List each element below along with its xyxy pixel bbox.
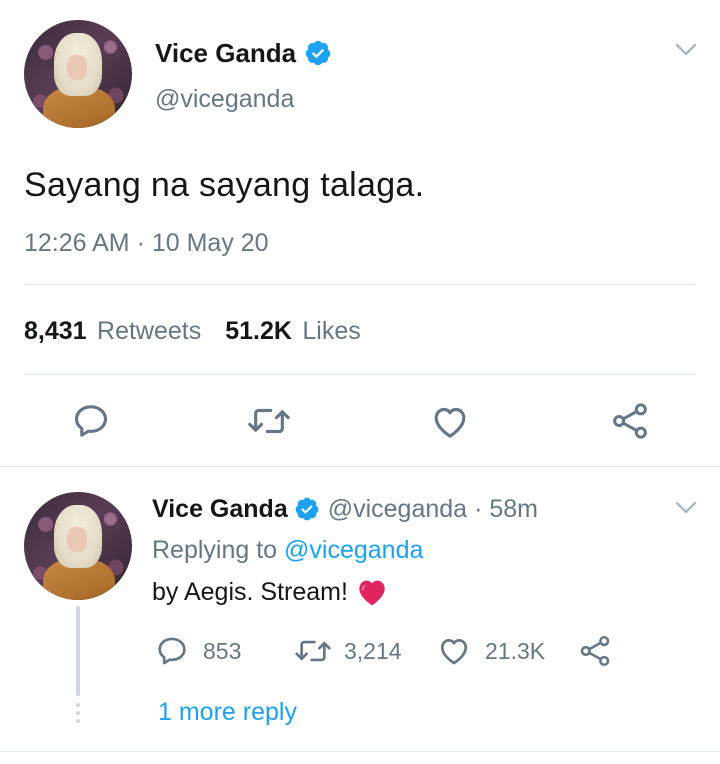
reply-time: · 58m xyxy=(474,494,538,523)
reply-action-like[interactable]: 21.3K xyxy=(437,634,545,668)
thread-dot xyxy=(76,703,80,707)
reply-like-count: 21.3K xyxy=(485,637,546,664)
thread-dot xyxy=(76,719,80,723)
tweet-text: Sayang na sayang talaga. xyxy=(24,166,425,204)
like-count: 51.2K xyxy=(225,317,292,345)
verified-badge-icon xyxy=(295,497,319,521)
reply-author-handle[interactable]: @viceganda xyxy=(328,495,467,524)
reply-header: Vice Ganda @viceganda · 58m xyxy=(152,493,538,525)
thread-line xyxy=(76,606,80,696)
heart-emoji-icon xyxy=(359,580,385,606)
reply-action-reply[interactable]: 853 xyxy=(155,634,241,668)
reply-icon xyxy=(158,637,186,665)
divider xyxy=(24,284,696,285)
reply-text: by Aegis. Stream! xyxy=(152,577,388,607)
like-icon xyxy=(440,639,468,665)
like-icon[interactable] xyxy=(430,402,470,442)
replying-prefix: Replying to xyxy=(152,536,278,564)
replying-handle-link[interactable]: @viceganda xyxy=(284,536,423,564)
share-icon[interactable] xyxy=(578,634,612,668)
share-icon[interactable] xyxy=(610,401,650,441)
avatar[interactable] xyxy=(24,20,132,128)
retweet-icon xyxy=(295,640,331,662)
verified-badge-icon xyxy=(305,40,331,66)
divider xyxy=(24,374,696,375)
author-name[interactable]: Vice Ganda xyxy=(155,38,296,69)
like-stat[interactable]: 51.2K Likes xyxy=(225,317,361,346)
reply-action-retweet[interactable]: 3,214 xyxy=(294,634,402,668)
tweet-timestamp[interactable]: 12:26 AM · 10 May 20 xyxy=(24,229,269,258)
retweet-label: Retweets xyxy=(97,317,202,345)
author-handle[interactable]: @viceganda xyxy=(155,85,294,114)
replying-to: Replying to @viceganda xyxy=(152,536,423,565)
author-header[interactable]: Vice Ganda xyxy=(155,36,332,70)
like-label: Likes xyxy=(302,317,361,345)
retweet-icon[interactable] xyxy=(247,401,291,441)
tweet-stats: 8,431 Retweets 51.2K Likes xyxy=(24,317,361,346)
chevron-down-icon[interactable] xyxy=(674,500,698,516)
thread-dot xyxy=(76,711,80,715)
reply-avatar[interactable] xyxy=(24,492,132,600)
more-replies-link[interactable]: 1 more reply xyxy=(158,698,297,727)
retweet-count: 8,431 xyxy=(24,317,87,345)
reply-count: 853 xyxy=(203,637,242,664)
divider xyxy=(0,466,720,467)
retweet-stat[interactable]: 8,431 Retweets xyxy=(24,317,201,346)
reply-icon[interactable] xyxy=(71,401,111,441)
reply-retweet-count: 3,214 xyxy=(344,637,402,664)
reply-body: by Aegis. Stream! xyxy=(152,577,348,606)
divider xyxy=(0,751,720,752)
reply-author-name[interactable]: Vice Ganda xyxy=(152,495,288,524)
chevron-down-icon[interactable] xyxy=(674,42,698,58)
